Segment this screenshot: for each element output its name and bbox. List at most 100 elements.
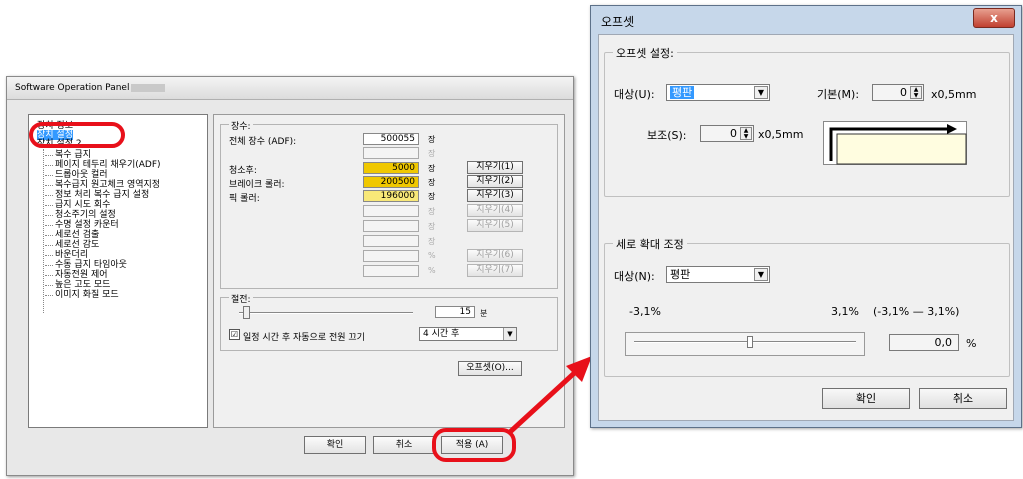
tree-item-streak-detection[interactable]: 세로선 검출 [44, 230, 99, 240]
clear-6-button[interactable]: 지우기(6) [467, 249, 523, 262]
offset-dialog: 오프셋 x 오프셋 설정: 대상(U): 평판 ▼ 기본(M): 0 ▲ ▼ x0… [590, 5, 1022, 428]
count-unit-dim: 장 [428, 222, 436, 231]
sub-offset-label: 보조(S): [647, 129, 687, 142]
after-cleaning-label: 청소후: [229, 166, 257, 176]
offset-title-bar[interactable]: 오프셋 x [591, 6, 1021, 32]
zoom-value: 0,0 [934, 336, 953, 349]
percent-unit-dim: % [428, 266, 436, 275]
zoom-target-select[interactable]: 평판 ▼ [666, 266, 770, 283]
pick-roller-label: 픽 롤러: [229, 194, 260, 204]
tree-item-cleaning-cycle[interactable]: 청소주기의 설정 [45, 210, 116, 220]
tree-item-streak-sensitivity[interactable]: 세로선 감도 [44, 240, 99, 250]
clear-4-button[interactable]: 지우기(4) [467, 204, 523, 217]
clear-1-button[interactable]: 지우기(1) [467, 161, 523, 174]
base-offset-spinner[interactable]: 0 ▲ ▼ [872, 84, 924, 101]
tree-item-pick-retry[interactable]: 급지 시도 회수 [44, 200, 110, 210]
total-count-unit: 장 [428, 135, 436, 144]
zoom-slider-thumb[interactable] [747, 336, 753, 348]
auto-off-time-value: 4 시간 후 [423, 329, 460, 339]
zoom-range-label: (-3,1% — 3,1%) [873, 305, 960, 318]
vertical-zoom-group: 세로 확대 조정 대상(N): 평판 ▼ -3,1% 3,1% (-3,1% —… [604, 236, 1010, 377]
vertical-zoom-legend: 세로 확대 조정 [613, 236, 687, 252]
power-saving-slider-thumb[interactable] [243, 306, 250, 319]
tree-item-boundary[interactable]: 바운더리 [44, 250, 88, 260]
offset-target-label: 대상(U): [614, 88, 655, 101]
base-offset-unit: x0,5mm [931, 88, 977, 101]
clear-7-button[interactable]: 지우기(7) [467, 264, 523, 277]
empty-count-field [363, 220, 419, 232]
offset-preview-icon [823, 121, 967, 165]
tree-item-life-counter[interactable]: 수명 설정 카운터 [45, 220, 119, 230]
offset-target-value: 평판 [670, 86, 695, 99]
brake-roller-unit: 장 [428, 178, 436, 187]
pick-roller-unit: 장 [428, 192, 436, 201]
blurred-model-name [131, 84, 165, 92]
auto-power-off-checkbox[interactable]: ☑ [229, 329, 240, 340]
clear-2-button[interactable]: 지우기(2) [467, 175, 523, 188]
chevron-down-icon: ▼ [503, 328, 516, 340]
total-count-label: 전체 장수 (ADF): [229, 137, 297, 147]
ok-button[interactable]: 확인 [304, 436, 366, 454]
pick-roller-value: 196000 [363, 190, 419, 202]
clear-5-button[interactable]: 지우기(5) [467, 219, 523, 232]
zoom-target-value: 평판 [670, 268, 691, 281]
count-unit-dim: 장 [428, 237, 436, 246]
zoom-slider[interactable] [625, 332, 865, 356]
page-count-group: 장수: 전체 장수 (ADF): 500055 장 장 청소후: 5000 장 … [220, 119, 558, 289]
spinner-arrows-icon[interactable]: ▲ ▼ [740, 127, 752, 140]
chevron-down-icon: ▼ [754, 268, 768, 281]
tree-item-multifeed[interactable]: 복수 급지 [45, 150, 91, 160]
tree-item-intelligent-multifeed[interactable]: 정보 처리 복수 급지 설정 [44, 190, 149, 200]
title-bar[interactable]: Software Operation Panel [7, 77, 573, 100]
cancel-button[interactable]: 취소 [373, 436, 435, 454]
offset-dialog-title: 오프셋 [601, 15, 635, 29]
chevron-down-icon: ▼ [754, 86, 768, 99]
close-icon: x [990, 11, 998, 25]
empty-percent-field [363, 250, 419, 262]
sub-offset-value: 0 [730, 127, 737, 140]
empty-count-field [363, 147, 419, 159]
sub-offset-spinner[interactable]: 0 ▲ ▼ [700, 125, 754, 142]
close-button[interactable]: x [973, 8, 1015, 28]
tree-item-manual-feed-timeout[interactable]: 수동 급지 타임아웃 [45, 260, 127, 270]
brake-roller-value: 200500 [363, 176, 419, 188]
offset-settings-legend: 오프셋 설정: [613, 45, 677, 61]
zoom-slider-track[interactable] [634, 341, 856, 343]
tree-item-page-edge-filler[interactable]: 페이지 테두리 채우기(ADF) [45, 160, 161, 170]
power-saving-legend: 절전: [229, 292, 253, 305]
page-count-legend: 장수: [229, 119, 253, 132]
empty-percent-field [363, 265, 419, 277]
base-offset-value: 0 [900, 86, 907, 99]
brake-roller-label: 브레이크 롤러: [229, 180, 285, 190]
tree-item-dropout-color[interactable]: 드롭아웃 컬러 [45, 170, 108, 180]
zoom-max-label: 3,1% [831, 305, 859, 318]
cancel-button[interactable]: 취소 [919, 388, 1007, 409]
red-arrow-icon [508, 356, 592, 434]
tree-item-auto-power[interactable]: 자동전원 제어 [45, 270, 108, 280]
clear-3-button[interactable]: 지우기(3) [467, 189, 523, 202]
zoom-value-field[interactable]: 0,0 [889, 334, 959, 351]
tree-connector [43, 149, 44, 313]
offset-dialog-body: 오프셋 설정: 대상(U): 평판 ▼ 기본(M): 0 ▲ ▼ x0,5mm 보… [598, 34, 1014, 421]
ok-button[interactable]: 확인 [822, 388, 910, 409]
auto-off-time-select[interactable]: 4 시간 후 ▼ [419, 327, 517, 341]
tree-item-multifeed-area[interactable]: 복수급지 원고체크 영역지정 [44, 180, 160, 190]
sub-offset-unit: x0,5mm [758, 128, 804, 141]
count-unit-dim: 장 [428, 149, 436, 158]
zoom-unit: % [966, 337, 977, 350]
power-saving-slider-track[interactable] [239, 312, 413, 314]
minutes-unit: 분 [480, 309, 488, 318]
zoom-target-label: 대상(N): [614, 270, 655, 283]
after-cleaning-value: 5000 [363, 162, 419, 174]
highlight-ring-device-settings [29, 122, 125, 148]
after-cleaning-unit: 장 [428, 164, 436, 173]
offset-target-select[interactable]: 평판 ▼ [666, 84, 770, 101]
base-offset-label: 기본(M): [817, 88, 860, 101]
auto-power-off-label: 일정 시간 후 자동으로 전원 끄기 [243, 333, 365, 343]
tree-item-image-quality[interactable]: 이미지 화질 모드 [45, 290, 119, 300]
power-saving-minutes[interactable]: 15 [435, 306, 475, 318]
tree-item-high-altitude[interactable]: 높은 고도 모드 [44, 280, 110, 290]
spinner-arrows-icon[interactable]: ▲ ▼ [910, 86, 922, 99]
settings-tree: 장치 정보 장치 설정 장치 설정 2 복수 급지 페이지 테두리 채우기(AD… [28, 114, 208, 428]
empty-count-field [363, 205, 419, 217]
